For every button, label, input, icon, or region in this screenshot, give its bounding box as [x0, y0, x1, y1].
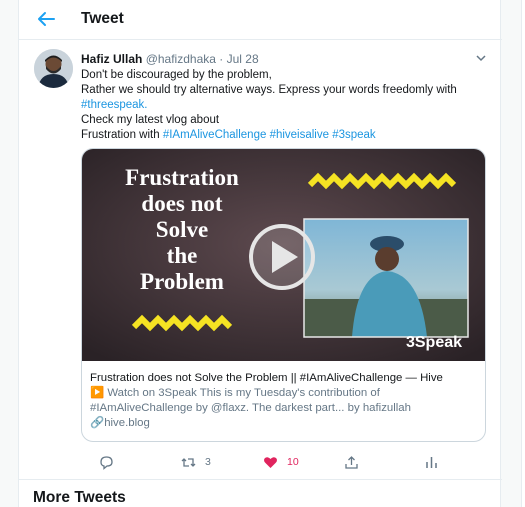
right-sidebar-edge — [521, 0, 525, 507]
video-thumbnail[interactable]: Frustration does not Solve the Problem 3… — [82, 149, 486, 361]
author-handle[interactable]: @hafizdhaka — [146, 52, 216, 66]
chevron-down-icon[interactable] — [474, 52, 488, 64]
tweet-date[interactable]: Jul 28 — [227, 52, 259, 66]
retweet-icon — [181, 457, 196, 467]
svg-text:Solve: Solve — [156, 217, 208, 242]
back-arrow-icon[interactable] — [33, 8, 59, 30]
svg-text:the: the — [167, 243, 198, 268]
link-icon: 🔗 — [90, 417, 105, 429]
svg-text:Problem: Problem — [140, 269, 224, 294]
reply-button[interactable] — [99, 452, 123, 472]
card-title: Frustration does not Solve the Problem |… — [90, 372, 443, 384]
tweet-line: Don't be discouraged by the problem, — [81, 69, 272, 81]
play-icon[interactable] — [249, 224, 315, 290]
main-column: Tweet Hafiz Ullah @hafizdhaka · Jul 28 D… — [18, 0, 502, 507]
analytics-button[interactable] — [424, 452, 448, 472]
card-description: ▶️ Watch on 3Speak This is my Tuesday's … — [90, 387, 380, 399]
heart-icon — [264, 456, 277, 468]
meta-separator: · — [219, 52, 224, 66]
more-tweets-heading: More Tweets — [33, 489, 126, 506]
tweet-actions: 3 10 — [81, 452, 491, 472]
like-button[interactable]: 10 — [263, 452, 299, 472]
card-url: 🔗hive.blog — [90, 417, 150, 429]
3speak-logo: 3Speak — [406, 334, 462, 351]
card-text: Frustration does not Solve the Problem |… — [90, 371, 480, 431]
link-card[interactable]: Frustration does not Solve the Problem 3… — [81, 148, 486, 442]
hashtag-link[interactable]: #threespeak. — [81, 99, 148, 111]
thumbnail-photo — [303, 218, 469, 338]
tweet-line: Check my latest vlog about — [81, 114, 220, 126]
page-title: Tweet — [81, 10, 124, 27]
share-icon — [345, 455, 358, 469]
share-button[interactable] — [344, 452, 368, 472]
page-header: Tweet — [19, 0, 502, 40]
card-description: #IAmAliveChallenge by @flaxz. The darkes… — [90, 402, 411, 414]
tweet-text: Don't be discouraged by the problem, Rat… — [81, 68, 501, 143]
tweet[interactable]: Hafiz Ullah @hafizdhaka · Jul 28 Don't b… — [19, 40, 502, 480]
tweet-line: #threespeak. — [81, 98, 501, 113]
analytics-icon — [426, 456, 437, 468]
tweet-line: Rather we should try alternative ways. E… — [81, 84, 457, 96]
tweet-meta: Hafiz Ullah @hafizdhaka · Jul 28 — [81, 52, 259, 66]
reply-icon — [100, 455, 113, 470]
retweet-button[interactable]: 3 — [181, 452, 211, 472]
svg-text:does not: does not — [141, 191, 222, 216]
avatar[interactable] — [34, 49, 73, 88]
hashtag-link[interactable]: #IAmAliveChallenge #hiveisalive #3speak — [163, 129, 376, 141]
author-name[interactable]: Hafiz Ullah — [81, 52, 142, 66]
svg-text:Frustration: Frustration — [125, 165, 239, 190]
tweet-line: Frustration with #IAmAliveChallenge #hiv… — [81, 129, 376, 141]
